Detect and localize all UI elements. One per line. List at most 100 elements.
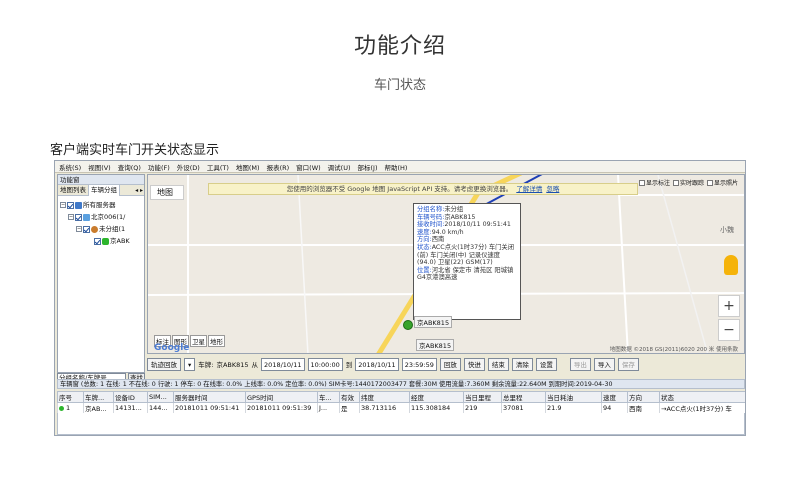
collapse-toggle-icon[interactable]: −	[60, 202, 66, 208]
menu-device[interactable]: 外设(D)	[177, 162, 200, 172]
menu-report[interactable]: 报表(R)	[267, 162, 290, 172]
tree-item-beijing-server[interactable]: − 北京006(1/	[58, 211, 144, 223]
col-header[interactable]: 当日耗油	[545, 391, 602, 403]
menu-query[interactable]: 查询(Q)	[118, 162, 141, 172]
col-header[interactable]: 车牌...	[83, 391, 114, 403]
col-header[interactable]: 纬度	[359, 391, 410, 403]
collapse-toggle-icon[interactable]: −	[68, 214, 74, 220]
show-label-check[interactable]: 显示标注	[638, 178, 670, 187]
clear-button[interactable]: 清除	[511, 357, 533, 371]
col-header[interactable]: 序号	[57, 391, 84, 403]
table-cell: 20181011 09:51:39	[245, 402, 318, 414]
map-tab[interactable]: 地图	[150, 185, 184, 200]
col-header[interactable]: 服务器时间	[173, 391, 246, 403]
table-empty-area	[57, 413, 745, 435]
browser-warning: 您使用的浏览器不受 Google 地图 JavaScript API 支持。请考…	[208, 183, 638, 195]
checkbox[interactable]	[672, 179, 679, 186]
col-header[interactable]: 方向	[627, 391, 660, 403]
end-button[interactable]: 结束	[487, 357, 509, 371]
to-time-field[interactable]: 23:59:59	[401, 357, 437, 371]
save-button[interactable]: 保存	[617, 357, 639, 371]
checkbox[interactable]	[94, 237, 101, 245]
info-value: 京ABK815	[444, 213, 476, 221]
function-panel: 功能窗 地图列表 车辆分组 ◂ ▸ − 所有服务器 − 北京006(1/ − 未分组(…	[57, 174, 145, 373]
col-header[interactable]: 设备ID	[113, 391, 148, 403]
tab-vehicle-group[interactable]: 车辆分组	[89, 184, 120, 196]
settings-button[interactable]: 设置	[535, 357, 557, 371]
street-view-pegman-icon[interactable]	[724, 255, 738, 275]
menu-help[interactable]: 帮助(H)	[385, 162, 408, 172]
info-key: 分组名称:	[417, 206, 445, 213]
menu-view[interactable]: 视图(V)	[88, 162, 111, 172]
tree-item-label: 所有服务器	[83, 201, 116, 209]
col-header[interactable]: 车...	[317, 391, 340, 403]
check-label: 显示标注	[645, 180, 670, 187]
online-status-icon	[59, 405, 64, 411]
menu-system[interactable]: 系统(S)	[59, 162, 81, 172]
tree-item-vehicle[interactable]: 京ABK	[58, 235, 144, 247]
vehicle-table: 序号 车牌... 设备ID SIM... 服务器时间 GPS时间 车... 有效…	[57, 391, 745, 414]
menu-debug[interactable]: 调试(U)	[328, 162, 351, 172]
menu-tools[interactable]: 工具(T)	[207, 162, 229, 172]
menu-standard[interactable]: 部标(J)	[358, 162, 378, 172]
map-view[interactable]: 地图 您使用的浏览器不受 Google 地图 JavaScript API 支持…	[147, 174, 745, 354]
playback-mode-button[interactable]: 轨迹回放	[147, 357, 181, 371]
fast-forward-button[interactable]: 快进	[463, 357, 485, 371]
zoom-out-button[interactable]: −	[718, 319, 740, 341]
checkbox[interactable]	[638, 179, 645, 186]
check-label: 实时跟踪	[679, 180, 704, 187]
col-header[interactable]: GPS时间	[245, 391, 318, 403]
col-header[interactable]: SIM...	[147, 391, 174, 403]
checkbox[interactable]	[706, 179, 713, 186]
tree-item-ungrouped[interactable]: − 未分组(1	[58, 223, 144, 235]
col-header[interactable]: 经度	[409, 391, 464, 403]
checkbox[interactable]	[75, 213, 82, 221]
zoom-in-button[interactable]: +	[718, 295, 740, 317]
tree-item-all-servers[interactable]: − 所有服务器	[58, 199, 144, 211]
dismiss-link[interactable]: 忽略	[546, 185, 559, 193]
export-button[interactable]: 导出	[569, 357, 591, 371]
vehicle-marker-icon[interactable]	[403, 320, 413, 330]
from-label: 从	[251, 361, 259, 369]
learn-more-link[interactable]: 了解详情	[516, 185, 542, 193]
tab-map-list[interactable]: 地图列表	[58, 184, 89, 196]
to-date-field[interactable]: 2018/10/11	[355, 357, 399, 371]
info-key: 车辆号码:	[417, 213, 445, 221]
col-header[interactable]: 当日里程	[463, 391, 502, 403]
menu-function[interactable]: 功能(F)	[148, 162, 170, 172]
info-value: 94.0 km/h	[431, 228, 464, 236]
checkbox[interactable]	[83, 225, 90, 233]
col-header[interactable]: 有效	[339, 391, 360, 403]
map-type-satellite[interactable]: 卫星	[190, 335, 207, 347]
playback-mode-dropdown[interactable]: ▾	[184, 357, 196, 371]
from-date-field[interactable]: 2018/10/11	[261, 357, 305, 371]
realtime-track-check[interactable]: 实时跟踪	[672, 178, 704, 187]
col-header[interactable]: 总里程	[501, 391, 546, 403]
from-time-field[interactable]: 10:00:00	[307, 357, 343, 371]
collapse-toggle-icon[interactable]: −	[76, 226, 82, 232]
show-photo-check[interactable]: 显示照片	[706, 178, 738, 187]
table-cell: 20181011 09:51:41	[173, 402, 246, 414]
import-button[interactable]: 导入	[593, 357, 615, 371]
col-header[interactable]: 速度	[601, 391, 628, 403]
info-row: 状态:ACC点火(1时37分) 车门关闭(前) 车门关闭(中) 记录仪速度(94…	[417, 244, 517, 267]
table-row[interactable]: 1 京AB... 14131... 144... 20181011 09:51:…	[57, 402, 745, 414]
vehicle-info-popup: 分组名称:未分组 车辆号码:京ABK815 接收时间:2018/10/11 09…	[413, 203, 521, 320]
menu-window[interactable]: 窗口(W)	[296, 162, 321, 172]
group-icon	[91, 225, 98, 233]
menu-bar: 系统(S) 视图(V) 查询(Q) 功能(F) 外设(D) 工具(T) 地图(M…	[55, 161, 745, 173]
tab-scroll-arrows[interactable]: ◂ ▸	[134, 187, 144, 194]
plate-value: 京ABK815	[216, 361, 249, 369]
table-cell: 21.9	[545, 402, 602, 414]
col-header[interactable]: 状态	[659, 391, 745, 403]
tree-item-label: 京ABK	[110, 237, 130, 245]
function-panel-tabs: 地图列表 车辆分组 ◂ ▸	[58, 184, 144, 196]
map-type-terrain[interactable]: 地形	[208, 335, 225, 347]
table-cell: 144...	[147, 402, 174, 414]
table-cell: 115.308184	[409, 402, 464, 414]
map-options: 显示标注 实时跟踪 显示照片	[638, 178, 738, 187]
replay-button[interactable]: 回放	[439, 357, 461, 371]
table-header-row: 序号 车牌... 设备ID SIM... 服务器时间 GPS时间 车... 有效…	[57, 391, 745, 403]
menu-map[interactable]: 地图(M)	[236, 162, 260, 172]
checkbox[interactable]	[67, 201, 74, 209]
